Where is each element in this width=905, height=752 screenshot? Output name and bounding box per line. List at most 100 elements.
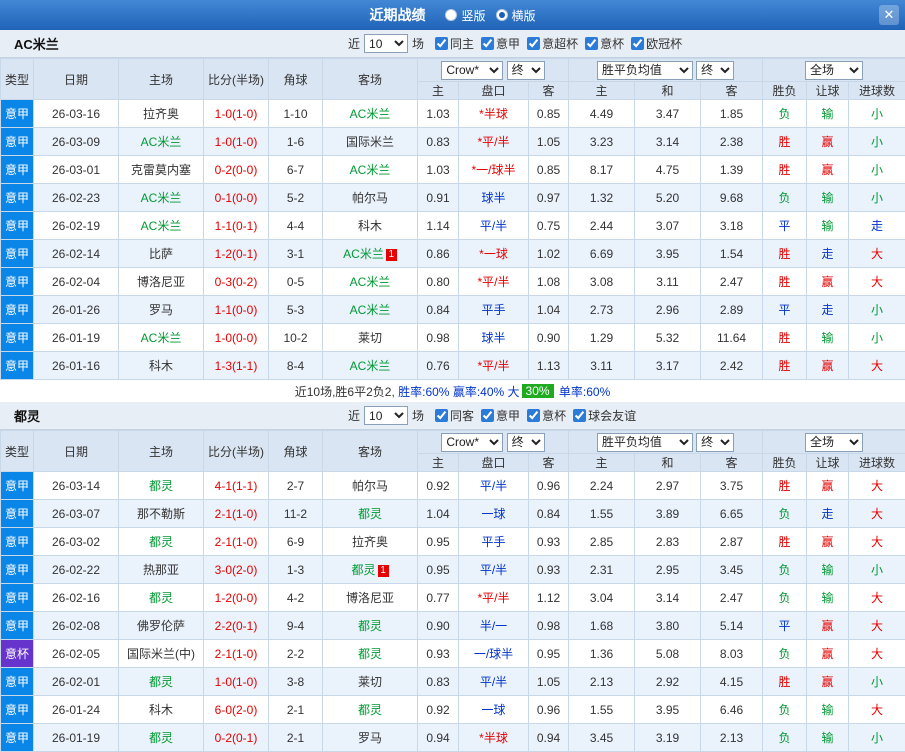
match-count-select[interactable]: 10 [364,406,409,425]
handicap-result: 输 [806,555,850,584]
col-corner: 角球 [268,58,323,100]
corner-count: 5-3 [268,295,323,324]
score: 1-2(0-1) [203,239,269,268]
team-name: 克雷莫内塞 [130,163,191,177]
team-name: 博洛尼亚 [345,591,394,605]
handicap-result: 输 [806,323,850,352]
filter-checkbox[interactable]: 意杯 [585,35,624,52]
away-team: AC米兰 [322,351,418,380]
avg-draw-odds: 2.92 [634,667,701,696]
filter-checkbox[interactable]: 欧冠杯 [631,35,682,52]
match-count-select[interactable]: 10 [364,34,409,53]
checkbox-input[interactable] [481,409,495,422]
avg-draw-odds: 5.32 [634,323,701,352]
corner-count: 8-4 [268,351,323,380]
away-team: AC米兰 [322,267,418,296]
handicap-odds-away: 1.08 [528,267,569,296]
match-row: 意甲 26-02-19 AC米兰 1-1(0-1) 4-4 科木 1.14 平/半 0.75 2.… [0,211,905,240]
avg-odds-select[interactable]: 胜平负均值 [596,432,693,452]
checkbox-input[interactable] [585,37,599,50]
avg-lose-odds: 2.47 [699,583,764,612]
bookmaker-select[interactable]: Crow* [441,432,504,452]
corner-count: 6-9 [268,527,323,556]
handicap-line: 平/半 [458,471,529,500]
handicap-odds-away: 0.84 [528,499,569,528]
handicap-result: 赢 [806,351,850,380]
match-date: 26-03-16 [33,99,119,128]
red-card-badge: 1 [377,565,389,577]
avg-draw-odds: 3.95 [634,695,701,724]
handicap-odds-away: 1.04 [528,295,569,324]
scope-select[interactable]: 全场 [805,60,864,80]
score: 0-1(0-0) [203,183,269,212]
match-result: 负 [762,639,808,668]
checkbox-label: 同主 [450,37,475,51]
team-name: AC米兰 [343,247,384,261]
col-odds-home: 主 [417,453,459,472]
team-name: AC米兰 [349,163,391,177]
handicap-odds-home: 0.95 [417,555,459,584]
bookmaker-select[interactable]: Crow* [441,60,504,80]
layout-radio-horizontal[interactable]: 横版 [495,7,536,24]
corner-count: 1-6 [268,127,323,156]
summary-segment: 30% [521,384,554,398]
filter-checkbox[interactable]: 意甲 [481,35,520,52]
goals-result: 大 [848,471,905,500]
goals-result: 小 [848,295,905,324]
match-type: 意甲 [0,499,34,528]
corner-count: 3-1 [268,239,323,268]
odds-time-select[interactable]: 终 [506,60,545,80]
col-away: 客场 [322,58,418,100]
handicap-odds-home: 0.83 [417,667,459,696]
match-row: 意甲 26-01-19 都灵 0-2(0-1) 2-1 罗马 0.94 *半球 0.94 3.45… [0,723,905,752]
home-team: 科木 [118,351,204,380]
handicap-result: 输 [806,695,850,724]
checkbox-input[interactable] [573,409,587,422]
odds-time-select[interactable]: 终 [506,432,545,452]
filter-checkbox[interactable]: 同客 [435,407,474,424]
avg-time-select[interactable]: 终 [696,60,735,80]
avg-time-select[interactable]: 终 [696,432,735,452]
filter-checkbox[interactable]: 同主 [435,35,474,52]
match-type: 意甲 [0,351,34,380]
handicap-result: 走 [806,239,850,268]
score: 4-1(1-1) [203,471,269,500]
handicap-odds-home: 0.95 [417,527,459,556]
avg-draw-odds: 3.14 [634,127,701,156]
filter-checkbox[interactable]: 球会友谊 [573,407,636,424]
summary-segment: 单率:60% [555,384,611,399]
avg-odds-select[interactable]: 胜平负均值 [596,60,693,80]
filter-checkbox[interactable]: 意杯 [527,407,566,424]
close-button[interactable]: ✕ [879,5,899,25]
checkbox-input[interactable] [631,37,645,50]
layout-radio-vertical[interactable]: 竖版 [445,7,486,24]
checkbox-input[interactable] [435,37,449,50]
checkbox-input[interactable] [527,409,541,422]
handicap-result: 赢 [806,667,850,696]
avg-lose-odds: 1.39 [699,155,764,184]
match-row: 意甲 26-02-23 AC米兰 0-1(0-0) 5-2 帕尔马 0.91 球半 0.97 1.… [0,183,905,212]
scope-select[interactable]: 全场 [805,432,864,452]
match-date: 26-03-02 [33,527,119,556]
match-result: 负 [762,723,808,752]
checkbox-input[interactable] [527,37,541,50]
score: 2-1(1-0) [203,499,269,528]
handicap-odds-away: 0.90 [528,323,569,352]
checkbox-input[interactable] [435,409,449,422]
avg-win-odds: 8.17 [568,155,635,184]
match-row: 意甲 26-02-22 热那亚 3-0(2-0) 1-3 都灵 1 0.95 平/半 0.93 2.… [0,555,905,584]
team-name: 帕尔马 [351,191,388,205]
handicap-odds-away: 0.94 [528,723,569,752]
checkbox-input[interactable] [481,37,495,50]
team-name-heading: AC米兰 [14,37,59,52]
filter-checkbox[interactable]: 意甲 [481,407,520,424]
handicap-odds-home: 0.90 [417,611,459,640]
handicap-result: 走 [806,499,850,528]
checkbox-label: 意杯 [542,409,567,423]
goals-result: 大 [848,639,905,668]
away-team: 科木 [322,211,418,240]
handicap-odds-away: 0.93 [528,527,569,556]
team-name: 佛罗伦萨 [136,619,185,633]
filter-checkbox[interactable]: 意超杯 [527,35,578,52]
col-win: 主 [568,453,635,472]
